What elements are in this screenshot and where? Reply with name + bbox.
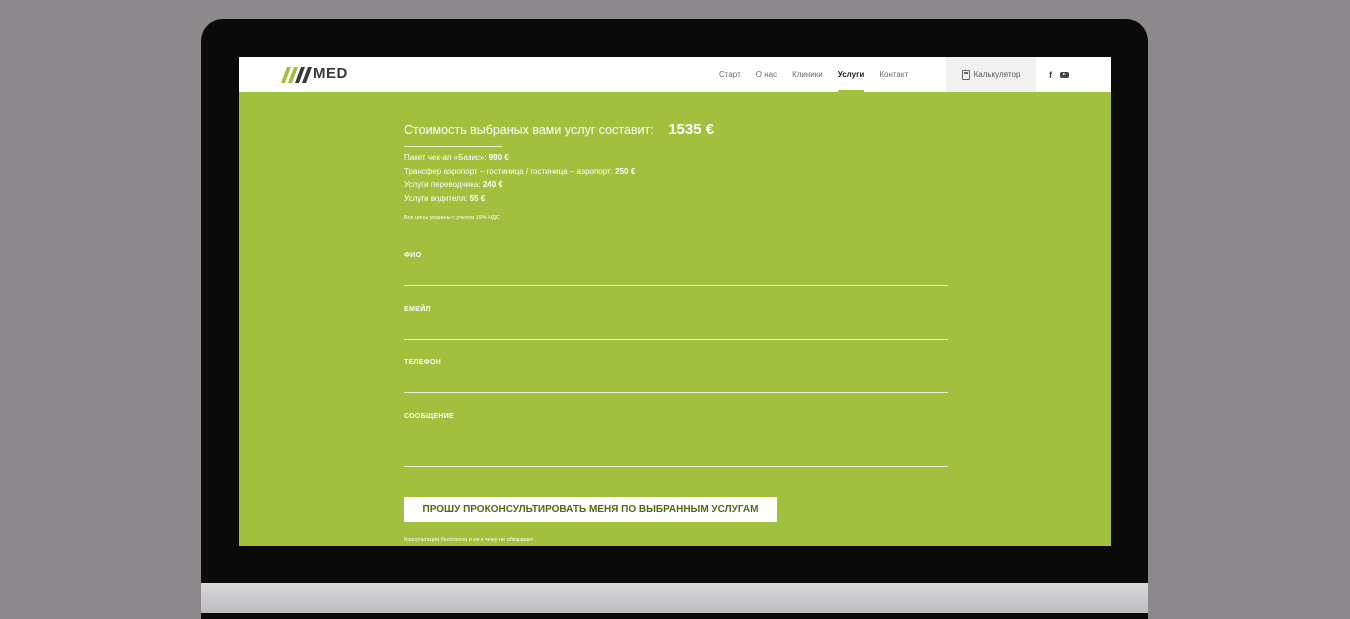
nav-item-about[interactable]: О нас	[756, 57, 777, 92]
nav-item-start[interactable]: Старт	[719, 57, 741, 92]
nav-item-contact[interactable]: Контакт	[879, 57, 908, 92]
service-label: Услуги переводчика:	[404, 180, 483, 189]
service-line: Трансфер аэропорт – гостиница / гостиниц…	[404, 167, 635, 176]
youtube-icon[interactable]	[1060, 71, 1069, 78]
top-navbar: MED Старт О нас Клиники Услуги Контакт К…	[239, 57, 1111, 92]
message-field[interactable]	[404, 466, 948, 467]
total-row: Стоимость выбраных вами услуг составит: …	[404, 121, 714, 139]
logo-mark-icon	[281, 67, 312, 83]
calculator-button[interactable]: Калькулятор	[946, 57, 1036, 92]
consultation-note: Консультация бесплатна и ни к чему не об…	[404, 537, 534, 543]
phone-field-label: ТЕЛЕФОН	[404, 359, 442, 366]
total-value: 1535 €	[668, 121, 715, 138]
service-line: Пакет чек-ап «Базис»: 990 €	[404, 153, 509, 162]
phone-field[interactable]	[404, 392, 948, 393]
service-price: 250 €	[615, 167, 636, 176]
logo-text: MED	[313, 65, 348, 82]
calculator-label: Калькулятор	[973, 70, 1021, 79]
vat-note: Все цены указаны с учетом 19% НДС	[404, 215, 500, 221]
total-label: Стоимость выбраных вами услуг составит:	[404, 123, 654, 137]
service-label: Пакет чек-ап «Базис»:	[404, 153, 489, 162]
total-divider	[404, 146, 502, 147]
service-label: Трансфер аэропорт – гостиница / гостиниц…	[404, 167, 616, 176]
name-field-label: ФИО	[404, 252, 422, 259]
service-line: Услуги водителя: 55 €	[404, 194, 485, 203]
email-field[interactable]	[404, 339, 948, 340]
social-links: f	[1049, 57, 1069, 92]
main-nav: Старт О нас Клиники Услуги Контакт	[719, 57, 923, 92]
message-field-label: СООБЩЕНИЕ	[404, 413, 455, 420]
nav-item-clinics[interactable]: Клиники	[792, 57, 823, 92]
email-field-label: ЕМЕЙЛ	[404, 306, 431, 313]
name-field[interactable]	[404, 285, 948, 286]
service-label: Услуги водителя:	[404, 194, 470, 203]
calculator-icon	[961, 69, 970, 80]
submit-consultation-button[interactable]: ПРОШУ ПРОКОНСУЛЬТИРОВАТЬ МЕНЯ ПО ВЫБРАНН…	[404, 497, 777, 522]
monitor-stand	[201, 583, 1148, 613]
nav-item-services[interactable]: Услуги	[837, 57, 864, 92]
service-line: Услуги переводчика: 240 €	[404, 180, 503, 189]
service-price: 990 €	[488, 153, 509, 162]
website-screen: MED Старт О нас Клиники Услуги Контакт К…	[239, 57, 1111, 546]
service-price: 240 €	[482, 180, 503, 189]
facebook-icon[interactable]: f	[1049, 70, 1052, 80]
logo[interactable]: MED	[281, 65, 365, 83]
service-price: 55 €	[469, 194, 486, 203]
